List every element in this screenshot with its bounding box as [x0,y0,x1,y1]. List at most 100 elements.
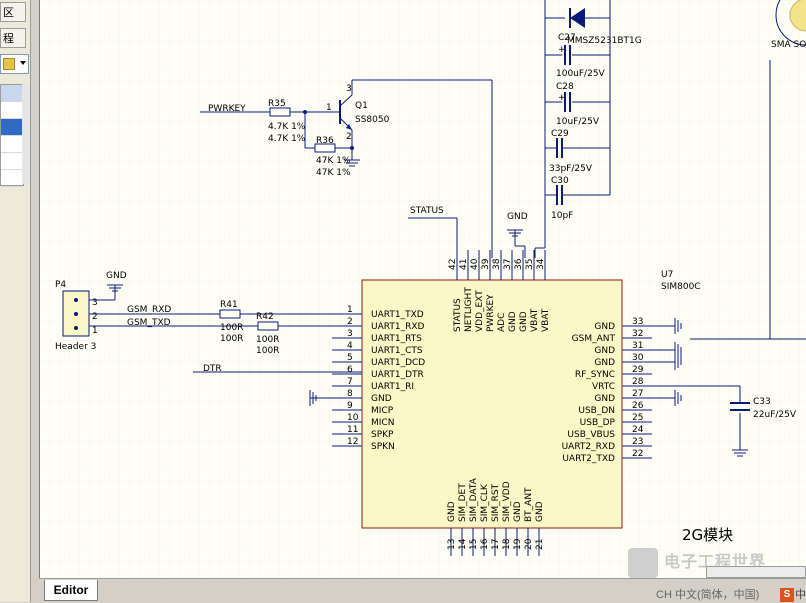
pin-name: PWRKEY [486,294,496,332]
r41-value2: 100R [220,334,243,344]
panel-dropdown[interactable] [0,54,29,74]
pin-number: 6 [347,365,353,375]
list-item[interactable] [1,153,23,170]
pin-name: UART1_RXD [371,322,424,332]
panel-scrollbar[interactable] [22,84,30,184]
list-item[interactable] [1,102,23,119]
splitter[interactable] [31,0,39,602]
pin-name: GND [594,394,615,404]
schematic-canvas[interactable]: MMSZ5231BT1G C27 + 100uF/25V C28 + 10uF/… [39,0,806,578]
pin-number: 3 [347,329,353,339]
ime-logo-icon[interactable]: S [780,588,794,602]
pin-name: RF_SYNC [575,370,615,380]
r42-value2: 100R [256,346,279,356]
pin-name: UART1_DTR [371,370,424,380]
pin-name: UART1_DCD [371,358,425,368]
pin-name: GSM_ANT [572,334,616,344]
pin-name: VDD_EXT [475,290,485,332]
pin-name: GND [513,501,523,522]
watermark-logo-icon [628,548,658,578]
r42-value: 100R [256,335,279,345]
tab-editor[interactable]: Editor [44,580,98,601]
cap-ref: C30 [551,176,569,186]
cap-ref: C27 [558,33,576,43]
panel-tab-2[interactable]: 程 [0,28,26,48]
r36-value2: 47K 1% [316,168,351,178]
pin-name: UART1_TXD [371,310,424,320]
pin-number: 34 [536,258,546,270]
pin-number: 41 [459,259,469,270]
chevron-down-icon[interactable] [20,61,26,65]
pin-name: UART1_RTS [371,334,422,344]
pin-name: GND [594,346,615,356]
pin-name: SIM_VDD [502,481,512,522]
pin-name: GND [508,311,518,332]
u7-ref: U7 [661,270,673,280]
pin-number: 21 [535,539,545,550]
pin-number: 40 [470,258,480,270]
pin-name: USB_DP [580,418,616,428]
plus-sign: + [558,93,566,103]
plus-sign: + [558,45,566,55]
gnd-label: GND [507,212,528,222]
pin-number: 10 [347,413,359,423]
pin-name: ADC [497,313,507,332]
pin-name: UART1_CTS [371,346,423,356]
r41-value: 100R [220,323,243,333]
pin-number: 14 [458,538,468,550]
pin-number: 24 [632,425,644,435]
horizontal-scrollbar[interactable] [706,566,806,578]
pin-name: SIM_DATA [469,477,479,522]
pin-number: 37 [503,259,513,270]
resistor-r41[interactable] [219,309,241,319]
pin-name: SPKN [371,442,395,452]
pin-number: 33 [632,317,643,327]
panel-tab-1[interactable]: 区 [0,2,26,22]
pin-number: 12 [347,437,358,447]
p4-ref: P4 [55,280,66,290]
pin-number: 16 [480,538,490,550]
pin-name: SPKP [371,430,394,440]
list-item[interactable] [1,119,23,136]
pin-number: 42 [448,259,458,270]
c33-ref: C33 [753,397,771,407]
pin-name: GND [519,311,529,332]
pin-number: 32 [632,329,643,339]
resistor-r42[interactable] [257,321,279,331]
junction-dot [350,146,354,150]
r35-value: 4.7K 1% [268,122,306,132]
cap-value: 100uF/25V [556,69,606,79]
cap-value: 33pF/25V [549,164,593,174]
pin-number: 20 [524,538,534,550]
list-item[interactable] [1,136,23,153]
list-item[interactable] [1,85,23,102]
pin-name: GND [535,501,545,522]
u7-bottom-pins: 13 GND 14 SIM_DET 15 SIM_DATA 16 SIM_CLK 17 SIM_R… [447,477,545,556]
pin-number: 11 [347,425,358,435]
pin-number: 29 [632,365,644,375]
pin-number: 26 [632,401,644,411]
r35-value2: 4.7K 1% [268,134,306,144]
pin-name: GND [371,394,392,404]
pin-name: SIM_RST [491,483,501,522]
cap-value: 10uF/25V [556,117,600,127]
pin-name: MICP [371,406,394,416]
pin-dot [74,298,78,302]
resistor-r35[interactable] [269,107,291,117]
pin-number: 17 [491,539,501,550]
q1-pin2: 2 [346,132,352,142]
ime-extra[interactable]: 中 [795,588,806,602]
pin-number: 13 [447,539,457,550]
pin-number: 25 [632,413,643,423]
cap-ref: C28 [556,82,574,92]
c33-value: 22uF/25V [753,410,797,420]
pin-number: 19 [513,538,523,550]
pin-name: USB_VBUS [567,430,615,440]
pin-name: SIM_DET [458,483,468,522]
pin-number: 18 [502,538,512,550]
pin-number: 22 [632,449,643,459]
q1-pin1: 1 [326,103,332,113]
pin-number: 4 [347,341,353,351]
pin-number: 35 [525,259,535,270]
list-item[interactable] [1,170,23,187]
